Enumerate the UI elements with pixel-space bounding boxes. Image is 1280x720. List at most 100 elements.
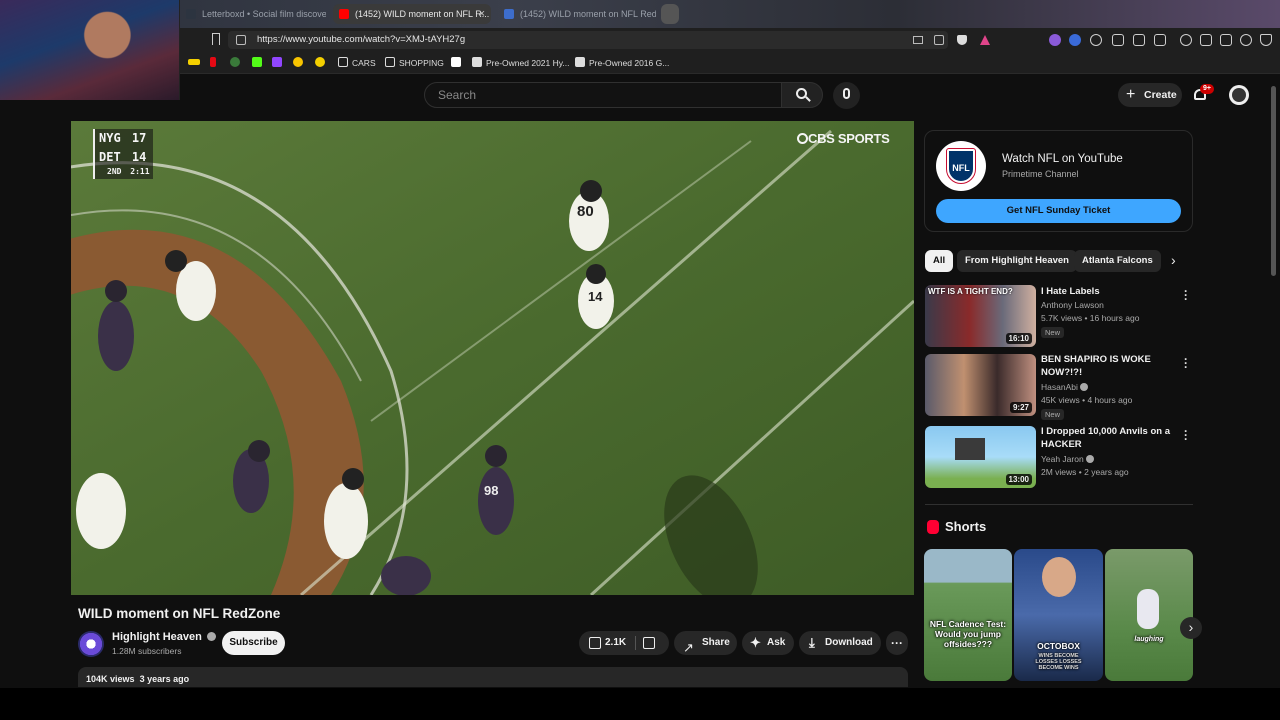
- more-options-icon[interactable]: · · ·: [1184, 425, 1190, 445]
- shorts-logo-icon: [927, 520, 939, 534]
- create-button[interactable]: + Create: [1118, 83, 1182, 107]
- thumbs-up-icon[interactable]: [589, 637, 601, 649]
- bookmark-label: Pre-Owned 2021 Hy...: [486, 58, 570, 68]
- netflix-icon[interactable]: [210, 57, 216, 67]
- chip-all[interactable]: All: [925, 250, 954, 272]
- ask-button[interactable]: ✦ Ask: [742, 631, 794, 655]
- extension-icon[interactable]: [1090, 34, 1102, 46]
- verified-icon: [1086, 455, 1095, 463]
- bookmark-preowned-2021[interactable]: Pre-Owned 2021 Hy...: [472, 57, 569, 69]
- search-input[interactable]: Search: [424, 82, 782, 108]
- site-favicon-icon: [472, 57, 482, 67]
- share-arrow-icon: ↗: [683, 640, 694, 655]
- more-options-icon[interactable]: · · ·: [1184, 353, 1190, 373]
- rec-thumbnail[interactable]: 9:27: [925, 354, 1036, 416]
- rec-channel[interactable]: HasanAbi: [1041, 381, 1089, 394]
- jersey-number: 98: [484, 483, 499, 498]
- plus-icon: +: [1126, 86, 1136, 103]
- music-icon[interactable]: [1180, 34, 1192, 46]
- vpn-icon[interactable]: [1260, 34, 1272, 46]
- bookmark-n-icon[interactable]: [451, 57, 461, 67]
- letterbox-bar: [0, 688, 1280, 720]
- kick-icon[interactable]: [252, 57, 262, 67]
- close-tab-icon[interactable]: ×: [479, 4, 485, 24]
- bookmark-dp-icon[interactable]: [293, 57, 303, 67]
- avatar-image: [1232, 88, 1246, 102]
- site-settings-icon[interactable]: [236, 35, 246, 45]
- short-caption: NFL Cadence Test: Would you jump offside…: [929, 619, 1007, 649]
- bookmark-green-icon[interactable]: [230, 57, 240, 67]
- description-box[interactable]: 104K views 3 years ago: [78, 667, 908, 687]
- rec-channel-text: HasanAbi: [1041, 382, 1078, 392]
- nfl-logo: NFL: [936, 141, 986, 191]
- downloads-icon[interactable]: [1154, 34, 1166, 46]
- tab-youtube-active[interactable]: (1452) WILD moment on NFL R... ×: [333, 4, 491, 24]
- short-card[interactable]: NFL Cadence Test: Would you jump offside…: [924, 549, 1012, 681]
- url-text: https://www.youtube.com/watch?v=XMJ-tAYH…: [257, 34, 466, 45]
- rec-stats: 2M views • 2 years ago: [1041, 467, 1129, 477]
- more-options-icon[interactable]: · · ·: [1184, 285, 1190, 305]
- chevron-right-icon[interactable]: ›: [1171, 252, 1176, 268]
- notifications-button[interactable]: 9+: [1193, 84, 1214, 102]
- page-scrollbar[interactable]: [1271, 86, 1276, 276]
- subscribe-button[interactable]: Subscribe: [222, 631, 285, 655]
- channel-name[interactable]: Highlight Heaven: [112, 631, 216, 643]
- thumbs-down-icon[interactable]: [643, 637, 655, 649]
- quarter: 2ND: [107, 167, 122, 176]
- search-button[interactable]: [781, 82, 823, 108]
- short-card[interactable]: laughing: [1105, 549, 1193, 681]
- jersey-number: 14: [588, 289, 603, 304]
- channel-name-text: Highlight Heaven: [112, 631, 202, 643]
- rec-channel[interactable]: Anthony Lawson: [1041, 299, 1104, 312]
- shield-icon[interactable]: [957, 35, 967, 45]
- avatar[interactable]: [1229, 85, 1249, 105]
- bookmark-yellow-icon[interactable]: [188, 59, 200, 65]
- channel-avatar[interactable]: [78, 631, 104, 657]
- bookmark-preowned-2016[interactable]: Pre-Owned 2016 G...: [575, 57, 669, 69]
- short-caption: OCTOBOX: [1037, 641, 1080, 651]
- view-count: 104K views: [86, 674, 135, 684]
- divider: [635, 636, 636, 650]
- more-actions-icon[interactable]: ···: [886, 631, 908, 655]
- voice-search-button[interactable]: [833, 82, 860, 109]
- chip-atlanta-falcons[interactable]: Atlanta Falcons: [1074, 250, 1161, 272]
- video-player[interactable]: 80 14 98 NYG 17 DET 14 2ND 2:11 CBS SPOR…: [71, 121, 914, 595]
- new-tab-button[interactable]: [661, 4, 679, 24]
- url-field[interactable]: https://www.youtube.com/watch?v=XMJ-tAYH…: [228, 31, 990, 49]
- puzzle-icon[interactable]: [1112, 34, 1124, 46]
- download-button[interactable]: ⤓ Download: [799, 631, 881, 655]
- new-badge: New: [1041, 409, 1065, 420]
- bookmark-folder-cars[interactable]: CARS: [338, 57, 376, 69]
- share-page-icon[interactable]: [934, 35, 944, 45]
- short-card[interactable]: OCTOBOX WINS BECOME LOSSES LOSSES BECOME…: [1014, 549, 1103, 681]
- rewards-icon[interactable]: [980, 35, 990, 45]
- jersey-number: 80: [577, 203, 594, 220]
- reading-list-icon[interactable]: [1133, 34, 1145, 46]
- share-button[interactable]: ↗ Share: [674, 631, 737, 655]
- rec-title[interactable]: I Dropped 10,000 Anvils on a HACKER: [1041, 425, 1181, 451]
- extension-purple-icon[interactable]: [1049, 34, 1061, 46]
- rec-title[interactable]: BEN SHAPIRO IS WOKE NOW?!?!: [1041, 353, 1181, 379]
- cast-icon[interactable]: [913, 36, 923, 44]
- extension-blue-icon[interactable]: [1069, 34, 1081, 46]
- wallet-icon[interactable]: [1220, 34, 1232, 46]
- twitch-icon[interactable]: [272, 57, 282, 67]
- leo-ai-icon[interactable]: [1240, 34, 1252, 46]
- shorts-next-button[interactable]: ›: [1180, 617, 1202, 639]
- tab-youtube-2[interactable]: (1452) WILD moment on NFL RedZ...: [498, 4, 656, 24]
- new-badge: New: [1041, 327, 1065, 338]
- bookmark-folder-shopping[interactable]: SHOPPING: [385, 57, 444, 69]
- bookmark-f-icon[interactable]: [315, 57, 325, 67]
- rec-title[interactable]: I Hate Labels: [1041, 285, 1181, 298]
- rec-thumbnail[interactable]: 13:00: [925, 426, 1036, 488]
- get-sunday-ticket-button[interactable]: Get NFL Sunday Ticket: [936, 199, 1181, 223]
- like-count[interactable]: 2.1K: [605, 631, 626, 655]
- rec-channel[interactable]: Yeah Jaron: [1041, 453, 1095, 466]
- rec-thumbnail[interactable]: WTF IS A TIGHT END? 16:10: [925, 285, 1036, 347]
- youtube-favicon-icon: [504, 9, 514, 19]
- chip-from-highlight-heaven[interactable]: From Highlight Heaven: [957, 250, 1077, 272]
- bookmark-icon[interactable]: [212, 33, 220, 45]
- game-clock: 2:11: [130, 167, 150, 176]
- sidebar-icon[interactable]: [1200, 34, 1212, 46]
- tab-letterboxd[interactable]: Letterboxd • Social film discovery.: [180, 4, 326, 24]
